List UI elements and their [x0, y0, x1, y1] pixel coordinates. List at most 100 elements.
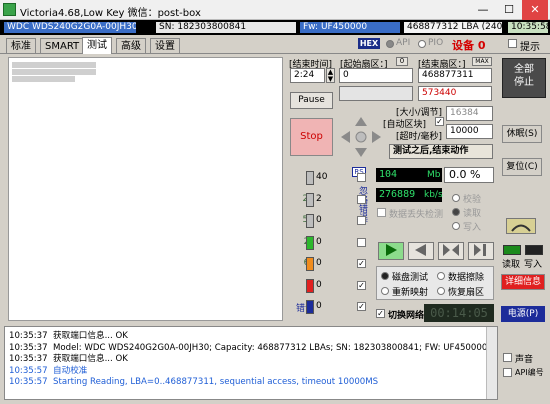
mode-radio-disk-test[interactable]: [381, 272, 389, 280]
log-entry: 10:35:57 Starting Reading, LBA=0..4688773…: [5, 377, 497, 389]
close-button[interactable]: ✕: [522, 0, 548, 20]
stop-all-button[interactable]: 全部停止: [502, 58, 546, 98]
api-number-label: API编号: [515, 368, 544, 377]
minimize-button[interactable]: —: [470, 0, 496, 20]
details-button[interactable]: 详细信息: [501, 274, 545, 290]
latency-checkbox[interactable]: ✓: [357, 280, 366, 290]
latency-count: 0: [316, 215, 322, 225]
log-time: 10:35:37: [9, 342, 48, 353]
scan-block: [89, 69, 96, 75]
verify-radio[interactable]: [452, 194, 460, 202]
percent-unit: %: [470, 168, 481, 181]
max-lba-button[interactable]: MAX: [472, 57, 492, 66]
reset-button[interactable]: 复位(C): [502, 158, 542, 176]
mode-radio-erase[interactable]: [437, 272, 445, 280]
end-button[interactable]: [468, 242, 494, 260]
tab-test[interactable]: 测试: [82, 37, 112, 54]
scan-block: [26, 76, 33, 82]
maximize-button[interactable]: ☐: [496, 0, 522, 20]
hint-checkbox[interactable]: [508, 39, 517, 48]
arrow-up-icon: [355, 117, 367, 126]
scan-block: [61, 62, 68, 68]
scan-block: [54, 62, 61, 68]
start-lba-reset-button[interactable]: 0: [396, 57, 408, 66]
play-button[interactable]: [378, 242, 404, 260]
end-time-spinner[interactable]: ▲ ▼: [326, 68, 335, 83]
kbs-unit: kb/s: [424, 190, 443, 200]
api-radio[interactable]: [386, 40, 394, 48]
sleep-button[interactable]: 休眠(S): [502, 125, 542, 143]
latency-checkbox[interactable]: [357, 194, 366, 204]
latency-color-swatch: [306, 257, 314, 271]
log-scrollbar[interactable]: [486, 327, 497, 399]
end-icon: [474, 244, 486, 256]
drive-model: WDC WDS240G2G0A-00JH30: [4, 22, 136, 33]
scan-block: [47, 62, 54, 68]
sound-checkbox[interactable]: [503, 353, 512, 362]
pause-button[interactable]: Pause: [290, 92, 333, 109]
reverse-button[interactable]: [408, 242, 434, 260]
step-button[interactable]: [438, 242, 464, 260]
scan-block: [61, 69, 68, 75]
scan-block: [26, 62, 33, 68]
progress-percent: 0.0 %: [444, 167, 494, 183]
arrow-left-icon: [341, 131, 350, 143]
block-size-select[interactable]: 16384: [446, 106, 493, 121]
network-checkbox[interactable]: ✓: [376, 309, 385, 318]
elapsed-timer: 00:14:05: [424, 304, 494, 322]
latency-checkbox[interactable]: [357, 216, 366, 225]
log-time: 10:35:37: [9, 331, 48, 341]
latency-row: >0✓: [288, 276, 372, 296]
stop-all-label: 全部停止: [514, 64, 534, 88]
auto-block-checkbox[interactable]: ✓: [435, 117, 444, 126]
log-time: 10:35:57: [9, 365, 48, 376]
write-label: 写入: [463, 223, 482, 233]
mode-radio-restore[interactable]: [437, 287, 445, 295]
write-led: [525, 245, 543, 255]
latency-color-swatch: [306, 278, 314, 293]
mb-value: 104: [379, 169, 398, 180]
latency-row: 540: [288, 168, 372, 188]
latency-count: 0: [316, 258, 322, 268]
data-loss-checkbox[interactable]: [377, 208, 386, 217]
start-lba-input[interactable]: 0: [339, 68, 413, 83]
latency-count: 2: [316, 193, 322, 204]
timeout-select[interactable]: 10000: [446, 124, 493, 139]
after-test-action-select[interactable]: 测试之后,结束动作: [389, 144, 493, 159]
latency-row: 202: [288, 190, 372, 210]
log-message: Model: WDC WDS240G2G0A-00JH30; Capacity:…: [53, 342, 488, 353]
arrow-down-icon: [355, 148, 367, 157]
sound-label: 声音: [515, 355, 534, 365]
latency-row: 2s0: [288, 233, 372, 253]
read-radio[interactable]: [452, 208, 460, 216]
mode-label-remap: 重新映射: [392, 288, 429, 298]
write-radio[interactable]: [452, 222, 460, 230]
scan-block: [33, 62, 40, 68]
mode-radio-remap[interactable]: [381, 287, 389, 295]
tab-settings[interactable]: 设置: [150, 38, 180, 53]
end-time-input[interactable]: 2:24: [290, 68, 325, 83]
seek-arrow-pad[interactable]: [338, 114, 384, 160]
stop-button[interactable]: Stop: [290, 118, 333, 156]
latency-count: 40: [316, 172, 328, 182]
tab-advanced[interactable]: 高级: [116, 38, 146, 53]
hint-label: 提示: [520, 42, 540, 53]
latency-checkbox[interactable]: [357, 237, 366, 247]
surface-scan-grid: [8, 57, 283, 321]
latency-checkbox[interactable]: ✓: [357, 259, 366, 268]
tab-standard[interactable]: 标准: [6, 38, 36, 53]
app-icon: [3, 3, 16, 16]
hex-button[interactable]: HEX: [358, 38, 380, 49]
end-lba-input[interactable]: 468877311: [418, 68, 492, 83]
api-number-checkbox[interactable]: [503, 368, 512, 377]
scan-block: [40, 69, 47, 75]
latency-stats: 5402025002s06s0✓>0✓错误0✓: [288, 168, 372, 322]
tab-smart[interactable]: SMART: [40, 38, 85, 53]
latency-color-swatch: [306, 171, 314, 185]
latency-checkbox[interactable]: [357, 173, 366, 182]
power-button[interactable]: 电源(P): [501, 306, 545, 322]
latency-checkbox[interactable]: ✓: [357, 302, 366, 311]
pio-radio[interactable]: [418, 40, 426, 48]
log-entry: 10:35:57 自动校准: [5, 366, 497, 378]
scan-block: [12, 76, 19, 82]
